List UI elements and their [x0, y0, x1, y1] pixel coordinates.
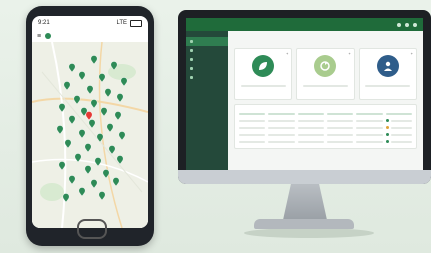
status-dot-icon [385, 133, 389, 136]
table-cell [239, 119, 266, 122]
table-row[interactable] [239, 138, 412, 145]
card-progress [365, 85, 411, 87]
sidebar-item[interactable] [186, 64, 228, 73]
notification-icon[interactable] [397, 22, 401, 27]
table-header [239, 110, 412, 117]
stat-cards: + + + [234, 48, 417, 100]
column-header [356, 112, 383, 115]
desktop-monitor: + + + [178, 10, 431, 184]
menu-icon[interactable]: ≡ [37, 33, 41, 40]
signal-label: LTE [116, 20, 127, 26]
card-menu-icon[interactable]: + [348, 51, 350, 56]
recycle-icon [320, 61, 331, 71]
stat-card[interactable]: + [358, 48, 417, 100]
data-table [234, 104, 417, 149]
status-dot-icon [385, 126, 389, 129]
column-header [268, 112, 295, 115]
clock: 9:21 [38, 20, 50, 26]
table-cell [297, 126, 324, 129]
phone-screen: 9:21 LTE ≡ [32, 16, 148, 228]
app-logo-icon [45, 33, 52, 39]
table-cell [268, 126, 295, 129]
status-cell [385, 126, 412, 129]
stat-card[interactable]: + [296, 48, 355, 100]
table-cell [327, 133, 354, 136]
card-progress [240, 85, 286, 87]
avatar-icon[interactable] [413, 22, 417, 27]
monitor-chin [178, 170, 431, 184]
leaf-icon [259, 62, 268, 70]
user-icon [383, 61, 392, 71]
table-cell [327, 126, 354, 129]
table-cell [356, 119, 383, 122]
settings-icon [190, 76, 193, 79]
map-park [40, 183, 64, 201]
monitor-screen: + + + [186, 18, 423, 170]
sidebar-item[interactable] [186, 55, 228, 64]
card-progress [302, 85, 349, 87]
table-cell [297, 140, 324, 143]
leaf-icon [252, 55, 275, 77]
sidebar-item[interactable] [186, 37, 228, 46]
table-row[interactable] [239, 124, 412, 131]
table-cell [239, 140, 266, 143]
column-header [385, 112, 412, 115]
table-cell [356, 126, 383, 129]
status-icons: LTE [116, 19, 142, 27]
table-cell [268, 119, 295, 122]
card-menu-icon[interactable]: + [411, 51, 413, 56]
status-dot-icon [385, 140, 389, 143]
table-cell [327, 140, 354, 143]
stand-shadow [244, 228, 374, 238]
sidebar [186, 31, 228, 170]
map-icon [190, 49, 193, 52]
table-body [239, 117, 412, 145]
table-row[interactable] [239, 117, 412, 124]
column-header [327, 112, 354, 115]
status-dot-icon [385, 119, 389, 122]
top-bar [186, 18, 423, 31]
status-cell [385, 140, 412, 143]
map-canvas[interactable] [32, 42, 148, 228]
stat-card[interactable]: + [234, 48, 293, 100]
status-cell [385, 133, 412, 136]
smartphone: 9:21 LTE ≡ [26, 6, 154, 246]
card-menu-icon[interactable]: + [286, 51, 288, 56]
main-content: + + + [228, 31, 423, 170]
table-cell [268, 140, 295, 143]
report-icon [190, 67, 193, 70]
chart-icon [190, 58, 193, 61]
table-cell [297, 119, 324, 122]
sidebar-item[interactable] [186, 46, 228, 55]
dashboard-icon [190, 40, 193, 43]
status-bar: 9:21 LTE [32, 16, 148, 30]
top-icons [397, 22, 417, 27]
column-header [239, 112, 266, 115]
monitor-base [254, 219, 354, 229]
table-cell [239, 133, 266, 136]
table-row[interactable] [239, 131, 412, 138]
table-cell [268, 133, 295, 136]
recycle-icon [314, 55, 337, 77]
table-cell [239, 126, 266, 129]
settings-icon[interactable] [405, 22, 409, 27]
column-header [297, 112, 324, 115]
table-cell [356, 140, 383, 143]
home-button[interactable] [77, 219, 107, 239]
map-view[interactable] [32, 42, 148, 228]
status-cell [385, 119, 412, 122]
table-cell [356, 133, 383, 136]
battery-icon [130, 19, 142, 27]
table-cell [297, 133, 324, 136]
sidebar-item[interactable] [186, 73, 228, 82]
table-cell [327, 119, 354, 122]
page-header [234, 35, 417, 45]
user-icon [376, 55, 399, 77]
